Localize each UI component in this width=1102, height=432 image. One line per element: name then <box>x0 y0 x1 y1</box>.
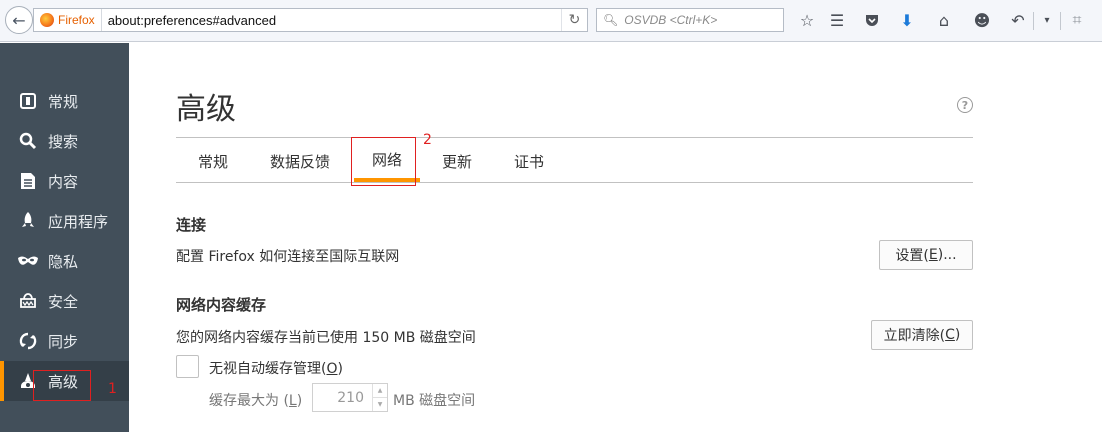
tab-label: 数据反馈 <box>269 152 330 171</box>
tab-label: 常规 <box>197 152 228 171</box>
access-key: L <box>288 393 297 409</box>
toolbar-separator <box>1060 12 1061 30</box>
applications-icon <box>17 210 39 232</box>
sidebar-item-label: 隐私 <box>48 252 79 271</box>
button-label: 立即清除( <box>883 328 946 344</box>
access-key: O <box>326 361 338 377</box>
sidebar-item-label: 常规 <box>48 92 79 111</box>
cache-usage-description: 您的网络内容缓存当前已使用 150 MB 磁盘空间 <box>176 330 476 346</box>
override-cache-label[interactable]: 无视自动缓存管理(O) <box>209 358 343 378</box>
back-icon[interactable]: ← <box>5 6 33 34</box>
firefox-logo-icon <box>40 13 54 27</box>
privacy-mask-icon <box>17 250 39 272</box>
tab-label: 更新 <box>441 152 472 171</box>
sidebar-item-security[interactable]: 安全 <box>0 281 129 321</box>
button-label: ) <box>954 327 961 343</box>
reading-list-icon[interactable]: ☰ <box>826 9 848 31</box>
cache-limit-label: 缓存最大为 (L) <box>209 390 302 410</box>
general-icon <box>17 90 39 112</box>
tab-certificates[interactable]: 证书 <box>506 140 552 182</box>
button-label: )... <box>937 247 957 263</box>
crop-icon[interactable]: ⌗ <box>1066 9 1088 31</box>
access-key: E <box>928 247 938 263</box>
override-cache-checkbox[interactable] <box>176 355 199 378</box>
search-icon: 🔍︎ <box>603 13 619 27</box>
search-icon <box>17 130 39 152</box>
sidebar-item-sync[interactable]: 同步 <box>0 321 129 361</box>
tab-update[interactable]: 更新 <box>434 140 480 182</box>
connection-heading: 连接 <box>176 216 207 234</box>
sidebar-item-search[interactable]: 搜索 <box>0 121 129 161</box>
sidebar-item-applications[interactable]: 应用程序 <box>0 201 129 241</box>
annotation-box-1 <box>33 370 91 401</box>
bookmark-star-icon[interactable]: ☆ <box>796 9 818 31</box>
sidebar-item-label: 内容 <box>48 172 79 191</box>
access-key: C <box>945 327 955 343</box>
search-placeholder: OSVDB <Ctrl+K> <box>624 13 718 27</box>
checkbox-label: 无视自动缓存管理( <box>209 361 327 377</box>
url-bar[interactable]: Firefox about:preferences#advanced ↻ <box>33 8 588 32</box>
sidebar-item-content[interactable]: 内容 <box>0 161 129 201</box>
divider <box>176 137 973 138</box>
page-title: 高级 <box>176 92 236 127</box>
stepper-up-icon[interactable]: ▲ <box>373 384 387 397</box>
annotation-box-2 <box>351 137 416 186</box>
search-input[interactable]: 🔍︎ OSVDB <Ctrl+K> <box>596 8 784 32</box>
sidebar-item-label: 同步 <box>48 332 79 351</box>
help-icon[interactable]: ? <box>957 97 973 113</box>
url-text[interactable]: about:preferences#advanced <box>102 13 561 28</box>
connection-settings-button[interactable]: 设置(E)... <box>879 240 973 270</box>
button-label: 设置( <box>895 248 929 264</box>
annotation-marker-2: 2 <box>423 132 432 148</box>
sidebar-item-general[interactable]: 常规 <box>0 81 129 121</box>
identity-box[interactable]: Firefox <box>34 9 102 31</box>
reload-icon[interactable]: ↻ <box>561 9 587 31</box>
limit-label: ) <box>296 393 303 409</box>
divider <box>176 182 973 183</box>
toolbar-separator <box>1033 12 1034 30</box>
download-icon[interactable]: ⬇ <box>896 9 918 31</box>
identity-label: Firefox <box>58 13 95 27</box>
tab-label: 证书 <box>513 152 544 171</box>
smiley-icon[interactable]: ☻ <box>971 9 993 31</box>
cache-heading: 网络内容缓存 <box>176 296 267 314</box>
tab-general[interactable]: 常规 <box>190 140 236 182</box>
limit-label: 缓存最大为 ( <box>209 393 289 409</box>
connection-description: 配置 Firefox 如何连接至国际互联网 <box>176 249 400 265</box>
clear-cache-button[interactable]: 立即清除(C) <box>871 320 973 350</box>
cache-size-value[interactable]: 210 <box>313 384 372 411</box>
sidebar-item-label: 应用程序 <box>48 212 109 231</box>
navigation-toolbar: ← Firefox about:preferences#advanced ↻ 🔍… <box>0 0 1102 42</box>
home-icon[interactable]: ⌂ <box>933 9 955 31</box>
checkbox-label: ) <box>337 361 343 377</box>
stepper-down-icon[interactable]: ▼ <box>373 397 387 411</box>
annotation-marker-1: 1 <box>108 381 117 397</box>
undo-icon[interactable]: ↶ <box>1007 9 1029 31</box>
dropdown-icon[interactable]: ▾ <box>1036 9 1058 31</box>
pocket-icon[interactable] <box>861 9 883 31</box>
sidebar-item-label: 安全 <box>48 292 79 311</box>
cache-size-stepper[interactable]: 210 ▲ ▼ <box>312 383 388 412</box>
stepper-arrows[interactable]: ▲ ▼ <box>372 384 387 411</box>
content-icon <box>17 170 39 192</box>
cache-limit-unit: MB 磁盘空间 <box>393 393 476 409</box>
tab-data-choices[interactable]: 数据反馈 <box>262 140 338 182</box>
sidebar-item-privacy[interactable]: 隐私 <box>0 241 129 281</box>
security-icon <box>17 290 39 312</box>
sidebar-item-label: 搜索 <box>48 132 79 151</box>
sync-icon <box>17 330 39 352</box>
